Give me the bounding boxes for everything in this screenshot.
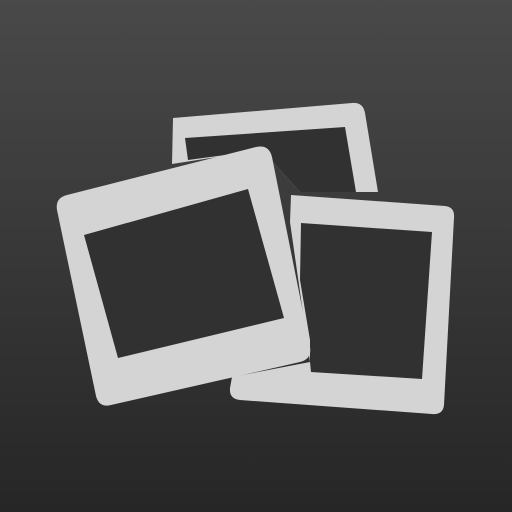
photo-slides-icon [0,0,512,512]
app-icon [0,0,512,512]
